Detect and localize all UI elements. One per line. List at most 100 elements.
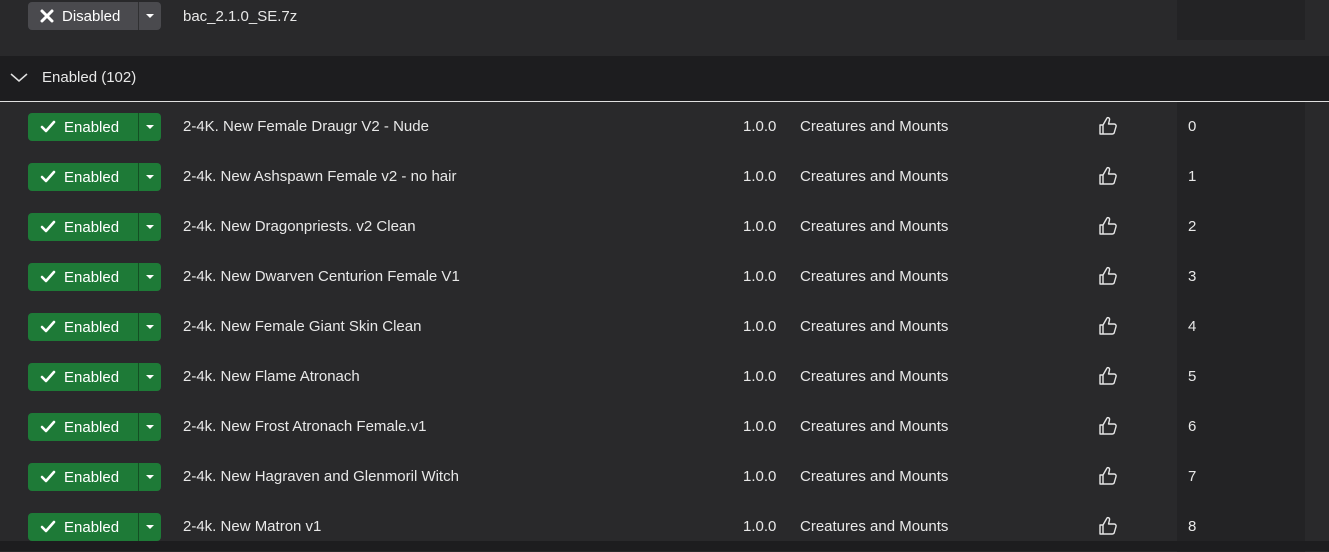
checkmark-icon: [40, 120, 56, 133]
status-toggle-main[interactable]: Enabled: [28, 363, 138, 391]
load-order-value: 1: [1188, 168, 1197, 185]
checkmark-icon: [40, 170, 56, 183]
status-dropdown-button[interactable]: [138, 463, 161, 491]
load-order-value: 8: [1188, 518, 1197, 535]
caret-down-icon: [146, 225, 154, 229]
status-toggle-enabled[interactable]: Enabled: [28, 213, 161, 241]
status-toggle-main[interactable]: Enabled: [28, 213, 138, 241]
status-toggle-main[interactable]: Enabled: [28, 113, 138, 141]
status-dropdown-button[interactable]: [138, 213, 161, 241]
mod-version: 1.0.0: [743, 268, 777, 285]
mod-name: bac_2.1.0_SE.7z: [183, 8, 298, 25]
thumbs-up-icon[interactable]: [1098, 516, 1118, 536]
status-toggle-main[interactable]: Disabled: [28, 2, 138, 30]
load-order-value: 6: [1188, 418, 1197, 435]
mod-category: Creatures and Mounts: [800, 218, 949, 235]
load-order-column: [1177, 0, 1305, 40]
status-label: Enabled: [64, 418, 120, 436]
mod-version: 1.0.0: [743, 418, 777, 435]
mod-row[interactable]: Enabled 2-4k. New Female Giant Skin Clea…: [0, 302, 1329, 352]
thumbs-up-icon[interactable]: [1098, 116, 1118, 136]
caret-down-icon: [146, 425, 154, 429]
checkmark-icon: [40, 320, 56, 333]
mod-category: Creatures and Mounts: [800, 168, 949, 185]
mod-row[interactable]: Enabled 2-4k. New Hagraven and Glenmoril…: [0, 452, 1329, 502]
checkmark-icon: [40, 470, 56, 483]
x-icon: [40, 9, 54, 23]
checkmark-icon: [40, 270, 56, 283]
thumbs-up-icon[interactable]: [1098, 166, 1118, 186]
status-toggle-enabled[interactable]: Enabled: [28, 313, 161, 341]
status-dropdown-button[interactable]: [138, 363, 161, 391]
status-dropdown-button[interactable]: [138, 2, 161, 30]
mod-row-disabled[interactable]: Disabled bac_2.1.0_SE.7z: [0, 0, 1329, 50]
checkmark-icon: [40, 370, 56, 383]
mod-name: 2-4k. New Dwarven Centurion Female V1: [183, 268, 460, 285]
status-label: Enabled: [64, 268, 120, 286]
mod-category: Creatures and Mounts: [800, 468, 949, 485]
status-toggle-main[interactable]: Enabled: [28, 263, 138, 291]
mod-category: Creatures and Mounts: [800, 518, 949, 535]
status-toggle-main[interactable]: Enabled: [28, 413, 138, 441]
status-label: Enabled: [64, 318, 120, 336]
mod-version: 1.0.0: [743, 118, 777, 135]
mod-version: 1.0.0: [743, 468, 777, 485]
mod-row[interactable]: Enabled 2-4k. New Frost Atronach Female.…: [0, 402, 1329, 452]
status-toggle-enabled[interactable]: Enabled: [28, 263, 161, 291]
mod-name: 2-4k. New Matron v1: [183, 518, 322, 535]
group-header-enabled[interactable]: Enabled (102): [0, 56, 1329, 102]
thumbs-up-icon[interactable]: [1098, 216, 1118, 236]
status-dropdown-button[interactable]: [138, 263, 161, 291]
thumbs-up-icon[interactable]: [1098, 316, 1118, 336]
status-label: Disabled: [62, 7, 121, 25]
mod-name: 2-4k. New Hagraven and Glenmoril Witch: [183, 468, 459, 485]
status-toggle-enabled[interactable]: Enabled: [28, 113, 161, 141]
group-title: Enabled (102): [42, 69, 137, 86]
status-toggle-main[interactable]: Enabled: [28, 163, 138, 191]
status-dropdown-button[interactable]: [138, 413, 161, 441]
mod-version: 1.0.0: [743, 318, 777, 335]
load-order-value: 5: [1188, 368, 1197, 385]
status-toggle-enabled[interactable]: Enabled: [28, 413, 161, 441]
thumbs-up-icon[interactable]: [1098, 466, 1118, 486]
checkmark-icon: [40, 420, 56, 433]
mod-name: 2-4k. New Frost Atronach Female.v1: [183, 418, 427, 435]
status-toggle-enabled[interactable]: Enabled: [28, 463, 161, 491]
load-order-value: 7: [1188, 468, 1197, 485]
mod-row[interactable]: Enabled 2-4k. New Flame Atronach 1.0.0 C…: [0, 352, 1329, 402]
horizontal-scrollbar-area[interactable]: [0, 541, 1329, 551]
mod-row[interactable]: Enabled 2-4k. New Dwarven Centurion Fema…: [0, 252, 1329, 302]
mod-row[interactable]: Enabled 2-4K. New Female Draugr V2 - Nud…: [0, 102, 1329, 152]
status-label: Enabled: [64, 118, 120, 136]
status-toggle-enabled[interactable]: Enabled: [28, 513, 161, 541]
caret-down-icon: [146, 325, 154, 329]
mod-category: Creatures and Mounts: [800, 118, 949, 135]
caret-down-icon: [146, 475, 154, 479]
mod-row[interactable]: Enabled 2-4k. New Ashspawn Female v2 - n…: [0, 152, 1329, 202]
status-dropdown-button[interactable]: [138, 113, 161, 141]
mod-name: 2-4k. New Flame Atronach: [183, 368, 360, 385]
caret-down-icon: [146, 175, 154, 179]
thumbs-up-icon[interactable]: [1098, 266, 1118, 286]
status-toggle-main[interactable]: Enabled: [28, 513, 138, 541]
status-label: Enabled: [64, 218, 120, 236]
caret-down-icon: [146, 14, 154, 18]
mod-category: Creatures and Mounts: [800, 418, 949, 435]
status-toggle-enabled[interactable]: Enabled: [28, 363, 161, 391]
status-toggle-enabled[interactable]: Enabled: [28, 163, 161, 191]
status-dropdown-button[interactable]: [138, 313, 161, 341]
mod-category: Creatures and Mounts: [800, 368, 949, 385]
mod-row[interactable]: Enabled 2-4k. New Dragonpriests. v2 Clea…: [0, 202, 1329, 252]
status-dropdown-button[interactable]: [138, 513, 161, 541]
thumbs-up-icon[interactable]: [1098, 366, 1118, 386]
caret-down-icon: [146, 125, 154, 129]
chevron-down-icon[interactable]: [10, 73, 28, 83]
status-dropdown-button[interactable]: [138, 163, 161, 191]
thumbs-up-icon[interactable]: [1098, 416, 1118, 436]
caret-down-icon: [146, 525, 154, 529]
mod-name: 2-4k. New Ashspawn Female v2 - no hair: [183, 168, 457, 185]
status-toggle-main[interactable]: Enabled: [28, 463, 138, 491]
mod-name: 2-4K. New Female Draugr V2 - Nude: [183, 118, 429, 135]
status-toggle-main[interactable]: Enabled: [28, 313, 138, 341]
status-toggle-disabled[interactable]: Disabled: [28, 2, 161, 30]
